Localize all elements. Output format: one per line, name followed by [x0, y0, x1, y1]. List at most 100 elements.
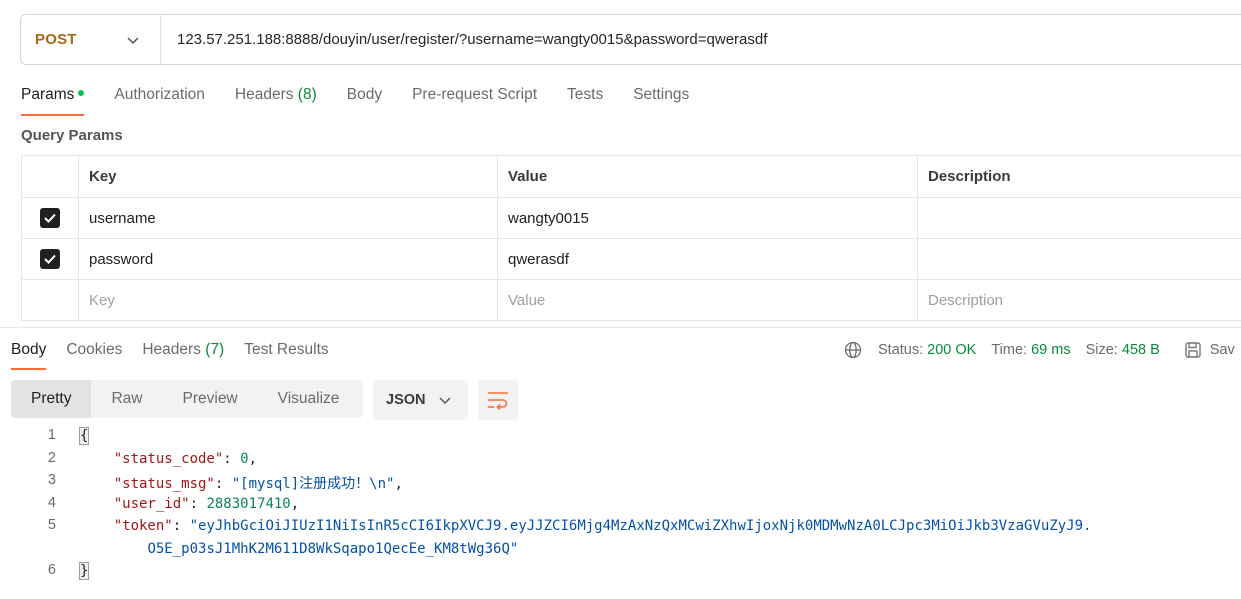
tab-settings[interactable]: Settings — [633, 86, 689, 116]
code-line: "user_id": 2883017410, — [113, 496, 300, 512]
view-pretty[interactable]: Pretty — [11, 380, 92, 418]
method-label: POST — [35, 31, 77, 48]
chevron-down-icon — [439, 397, 451, 405]
new-key-input[interactable]: Key — [78, 279, 498, 321]
code-line: "status_msg": "[mysql]注册成功！\n", — [113, 476, 403, 492]
code-line: { — [78, 427, 90, 445]
table-row-new: Key Value Description — [21, 279, 1241, 321]
time-label: Time: — [991, 342, 1028, 358]
tab-response-body-label: Body — [11, 341, 47, 358]
code-line: } — [78, 562, 90, 580]
header-description: Description — [917, 155, 1241, 198]
header-key: Key — [78, 155, 498, 198]
response-status-bar: Status: 200 OK Time: 69 ms Size: 458 B S… — [844, 341, 1235, 359]
status: Status: 200 OK — [878, 342, 976, 358]
size: Size: 458 B — [1086, 342, 1160, 358]
table-row: password qwerasdf — [21, 238, 1241, 280]
tab-tests[interactable]: Tests — [567, 86, 603, 116]
tab-params[interactable]: Params — [21, 86, 85, 116]
param-value-cell[interactable]: wangty0015 — [497, 197, 918, 239]
wrap-lines-button[interactable] — [478, 380, 518, 420]
tab-headers[interactable]: Headers (8) — [235, 86, 317, 116]
json-string: "eyJhbGciOiJIUzI1NiIsInR5cCI6IkpXVCJ9.ey… — [189, 518, 1092, 534]
section-divider — [0, 327, 1241, 328]
url-input[interactable]: 123.57.251.188:8888/douyin/user/register… — [161, 31, 767, 48]
format-label: JSON — [386, 392, 426, 408]
view-preview[interactable]: Preview — [163, 380, 258, 418]
checkbox-cell — [21, 197, 79, 239]
save-icon[interactable] — [1184, 341, 1202, 359]
param-key-cell[interactable]: username — [78, 197, 498, 239]
line-number: 3 — [47, 472, 56, 488]
json-key: "user_id" — [113, 496, 190, 512]
check-icon — [44, 213, 56, 223]
line-number: 6 — [47, 562, 56, 578]
response-headers-count: (7) — [205, 341, 225, 358]
tab-authorization[interactable]: Authorization — [114, 86, 204, 116]
tab-cookies[interactable]: Cookies — [66, 341, 122, 370]
check-icon — [44, 254, 56, 264]
tab-settings-label: Settings — [633, 86, 690, 103]
save-response-button[interactable]: Sav — [1210, 342, 1235, 358]
new-value-input[interactable]: Value — [497, 279, 918, 321]
header-checkbox-cell — [21, 155, 79, 198]
view-raw[interactable]: Raw — [91, 380, 162, 418]
globe-icon[interactable] — [844, 341, 862, 359]
checkbox-cell-empty — [21, 279, 79, 321]
tab-pre-request-script[interactable]: Pre-request Script — [412, 86, 537, 116]
param-value-cell[interactable]: qwerasdf — [497, 238, 918, 280]
tab-test-results[interactable]: Test Results — [244, 341, 328, 370]
tab-pre-request-label: Pre-request Script — [412, 86, 538, 103]
method-select[interactable]: POST — [21, 15, 161, 64]
tab-response-headers-label: Headers — [142, 341, 201, 358]
format-select[interactable]: JSON — [373, 380, 468, 420]
tab-tests-label: Tests — [567, 86, 604, 103]
line-number: 1 — [47, 427, 56, 443]
wrap-lines-icon — [488, 392, 508, 410]
code-line: "status_code": 0, — [113, 451, 258, 467]
table-header-row: Key Value Description — [21, 155, 1241, 198]
size-label: Size: — [1085, 342, 1118, 358]
size-value: 458 B — [1121, 342, 1160, 358]
query-params-title: Query Params — [21, 127, 123, 144]
json-key: "status_code" — [113, 451, 224, 467]
tab-authorization-label: Authorization — [114, 86, 205, 103]
view-visualize[interactable]: Visualize — [258, 380, 360, 418]
headers-count: (8) — [297, 86, 317, 103]
json-key: "status_msg" — [113, 476, 215, 492]
code-line-wrapped: O5E_p03sJ1MhK2M611D8WkSqapo1QecEe_KM8tWg… — [80, 541, 518, 557]
tab-test-results-label: Test Results — [244, 341, 329, 358]
open-brace: { — [78, 427, 90, 445]
status-label: Status: — [878, 342, 924, 358]
line-number: 4 — [47, 495, 56, 511]
params-active-dot — [78, 90, 85, 96]
param-key-cell[interactable]: password — [78, 238, 498, 280]
time: Time: 69 ms — [991, 342, 1070, 358]
tab-cookies-label: Cookies — [66, 341, 123, 358]
code-line: "token": "eyJhbGciOiJIUzI1NiIsInR5cCI6Ik… — [113, 518, 1092, 534]
json-string: O5E_p03sJ1MhK2M611D8WkSqapo1QecEe_KM8tWg… — [147, 541, 519, 557]
table-row: username wangty0015 — [21, 197, 1241, 239]
request-tabs: Params Authorization Headers (8) Body Pr… — [21, 86, 719, 116]
param-description-cell[interactable] — [917, 238, 1241, 280]
json-key: "token" — [113, 518, 173, 534]
status-value: 200 OK — [927, 342, 977, 358]
chevron-down-icon — [127, 37, 139, 45]
param-description-cell[interactable] — [917, 197, 1241, 239]
json-string: "[mysql]注册成功！\n" — [231, 476, 395, 492]
param-checkbox-password[interactable] — [40, 249, 60, 269]
line-number: 5 — [47, 517, 56, 533]
tab-response-headers[interactable]: Headers (7) — [142, 341, 224, 370]
new-description-input[interactable]: Description — [917, 279, 1241, 321]
checkbox-cell — [21, 238, 79, 280]
line-number: 2 — [47, 450, 56, 466]
tab-response-body[interactable]: Body — [11, 341, 47, 370]
request-url-bar: POST 123.57.251.188:8888/douyin/user/reg… — [20, 14, 1241, 65]
tab-body[interactable]: Body — [347, 86, 382, 116]
json-number: 0 — [240, 451, 249, 467]
tab-params-label: Params — [21, 86, 75, 103]
tab-body-label: Body — [346, 86, 383, 103]
time-value: 69 ms — [1031, 342, 1071, 358]
tab-headers-label: Headers — [234, 86, 294, 103]
param-checkbox-username[interactable] — [40, 208, 60, 228]
